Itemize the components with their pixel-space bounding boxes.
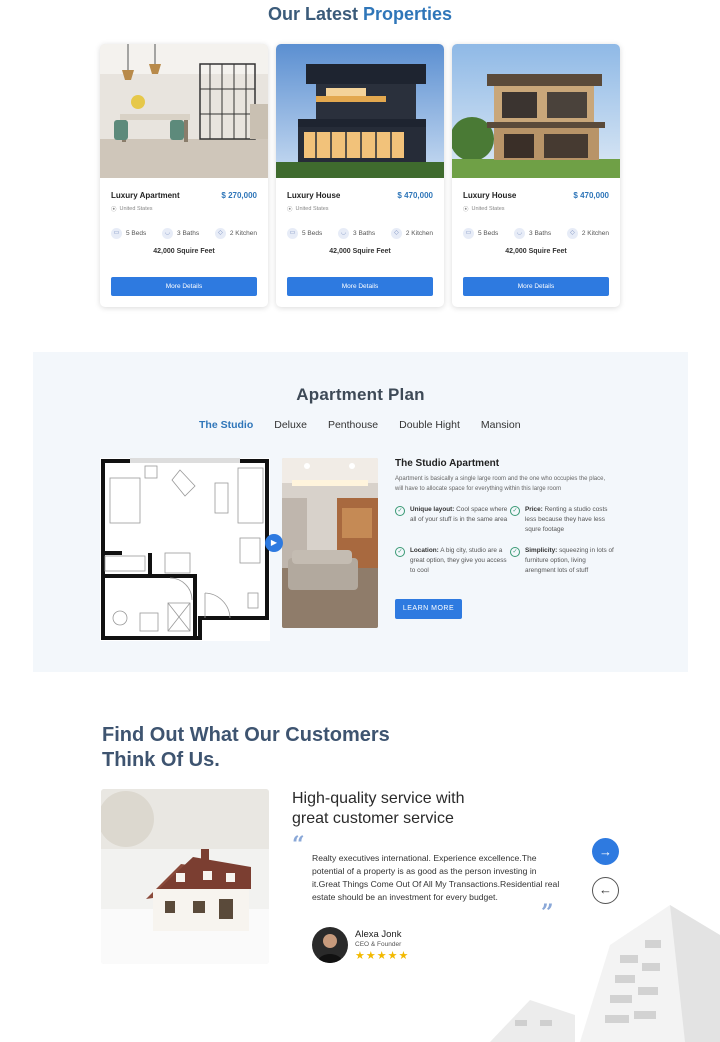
learn-more-button[interactable]: LEARN MORE bbox=[395, 599, 462, 619]
plan-point: ✓ Price: Renting a studio costs less bec… bbox=[510, 505, 615, 536]
testimonial-text: Realty executives international. Experie… bbox=[312, 853, 560, 902]
plan-tabs: The Studio Deluxe Penthouse Double Hight… bbox=[199, 419, 521, 431]
testimonial-author: Alexa Jonk CEO & Founder ★★★★★ bbox=[312, 927, 409, 963]
bed-icon: ▭ bbox=[463, 228, 474, 239]
tab-mansion[interactable]: Mansion bbox=[481, 419, 521, 431]
star-rating: ★★★★★ bbox=[355, 949, 410, 962]
kitchen-icon: ◇ bbox=[566, 228, 578, 239]
check-circle-icon: ✓ bbox=[395, 505, 405, 516]
floor-plan-image bbox=[100, 458, 270, 641]
plan-description: Apartment is basically a single large ro… bbox=[395, 476, 606, 492]
property-card[interactable]: Luxury House $ 470,000 ⦿ United States ▭… bbox=[276, 44, 444, 307]
building-image bbox=[490, 905, 720, 1042]
point-label: Simplicity: bbox=[525, 546, 558, 554]
baths-count: 3 Baths bbox=[177, 230, 200, 237]
check-circle-icon: ✓ bbox=[510, 546, 520, 557]
property-name: Luxury Apartment bbox=[111, 191, 180, 200]
play-icon[interactable]: ▶ bbox=[265, 534, 283, 552]
kitchen-count: 2 Kitchen bbox=[229, 230, 257, 237]
plan-point: ✓ Simplicity: squeezing in lots of furni… bbox=[510, 546, 615, 577]
property-location: United States bbox=[471, 206, 505, 212]
baths-count: 3 Baths bbox=[353, 230, 376, 237]
arrow-right-icon[interactable]: → bbox=[592, 838, 619, 865]
testimonial-heading-line1: High-quality service with bbox=[292, 790, 465, 807]
property-image bbox=[452, 44, 620, 178]
plan-heading: The Studio Apartment bbox=[395, 458, 500, 469]
house-model-image bbox=[101, 789, 269, 964]
latest-title-part2: Properties bbox=[363, 4, 453, 24]
property-name: Luxury House bbox=[287, 191, 341, 200]
property-price: $ 470,000 bbox=[397, 191, 433, 200]
beds-count: 5 Beds bbox=[478, 230, 499, 237]
property-image bbox=[276, 44, 444, 178]
author-name: Alexa Jonk bbox=[355, 928, 402, 940]
testimonial-heading: High-quality service with great customer… bbox=[292, 789, 532, 829]
quote-icon: “ bbox=[292, 832, 305, 858]
bath-icon: ◡ bbox=[338, 228, 350, 239]
plan-points: ✓ Unique layout: Cool space where all of… bbox=[395, 505, 615, 577]
property-price: $ 270,000 bbox=[221, 191, 257, 200]
property-location: United States bbox=[119, 206, 153, 212]
baths-count: 3 Baths bbox=[529, 230, 552, 237]
location-pin-icon: ⦿ bbox=[111, 207, 117, 213]
room-photo bbox=[282, 458, 378, 628]
plan-info: The Studio Apartment Apartment is basica… bbox=[395, 458, 615, 576]
author-role: CEO & Founder bbox=[355, 940, 402, 948]
bed-icon: ▭ bbox=[111, 228, 122, 239]
tab-deluxe[interactable]: Deluxe bbox=[274, 419, 307, 431]
latest-title-part1: Our Latest bbox=[267, 4, 358, 24]
kitchen-count: 2 Kitchen bbox=[405, 230, 433, 237]
point-label: Location: bbox=[410, 546, 439, 554]
property-card[interactable]: Luxury House $ 470,000 ⦿ United States ▭… bbox=[452, 44, 620, 307]
beds-count: 5 Beds bbox=[302, 230, 323, 237]
kitchen-count: 2 Kitchen bbox=[581, 230, 609, 237]
plan-title: Apartment Plan bbox=[296, 385, 425, 404]
testimonials-title: Find Out What Our Customers Think Of Us. bbox=[102, 723, 442, 773]
latest-properties-title: Our Latest Properties bbox=[0, 4, 720, 25]
more-details-button[interactable]: More Details bbox=[463, 277, 609, 296]
property-price: $ 470,000 bbox=[573, 191, 609, 200]
tab-double-hight[interactable]: Double Hight bbox=[399, 419, 460, 431]
property-location: United States bbox=[295, 206, 329, 212]
property-cards: Luxury Apartment $ 270,000 ⦿ United Stat… bbox=[100, 44, 620, 307]
property-area: 42,000 Squire Feet bbox=[505, 248, 567, 255]
beds-count: 5 Beds bbox=[126, 230, 147, 237]
plan-point: ✓ Unique layout: Cool space where all of… bbox=[395, 505, 510, 536]
testimonials-title-line2: Think Of Us. bbox=[102, 749, 220, 771]
plan-point: ✓ Location: A big city, studio are a gre… bbox=[395, 546, 510, 577]
point-label: Unique layout: bbox=[410, 505, 455, 513]
property-area: 42,000 Squire Feet bbox=[153, 248, 215, 255]
property-name: Luxury House bbox=[463, 191, 517, 200]
more-details-button[interactable]: More Details bbox=[111, 277, 257, 296]
check-circle-icon: ✓ bbox=[510, 505, 520, 516]
check-circle-icon: ✓ bbox=[395, 546, 405, 557]
bath-icon: ◡ bbox=[514, 228, 526, 239]
testimonials-title-line1: Find Out What Our Customers bbox=[102, 724, 390, 746]
tab-the-studio[interactable]: The Studio bbox=[199, 419, 253, 431]
kitchen-icon: ◇ bbox=[390, 228, 402, 239]
property-image bbox=[100, 44, 268, 178]
apartment-plan-section: Apartment Plan The Studio Deluxe Penthou… bbox=[33, 352, 688, 672]
location-pin-icon: ⦿ bbox=[463, 207, 469, 213]
bath-icon: ◡ bbox=[162, 228, 174, 239]
arrow-left-icon[interactable]: ← bbox=[592, 877, 619, 904]
avatar bbox=[312, 927, 348, 963]
property-card[interactable]: Luxury Apartment $ 270,000 ⦿ United Stat… bbox=[100, 44, 268, 307]
tab-penthouse[interactable]: Penthouse bbox=[328, 419, 378, 431]
testimonial-heading-line2: great customer service bbox=[292, 810, 454, 827]
kitchen-icon: ◇ bbox=[214, 228, 226, 239]
more-details-button[interactable]: More Details bbox=[287, 277, 433, 296]
location-pin-icon: ⦿ bbox=[287, 207, 293, 213]
point-label: Price: bbox=[525, 505, 543, 513]
bed-icon: ▭ bbox=[287, 228, 298, 239]
property-area: 42,000 Squire Feet bbox=[329, 248, 391, 255]
